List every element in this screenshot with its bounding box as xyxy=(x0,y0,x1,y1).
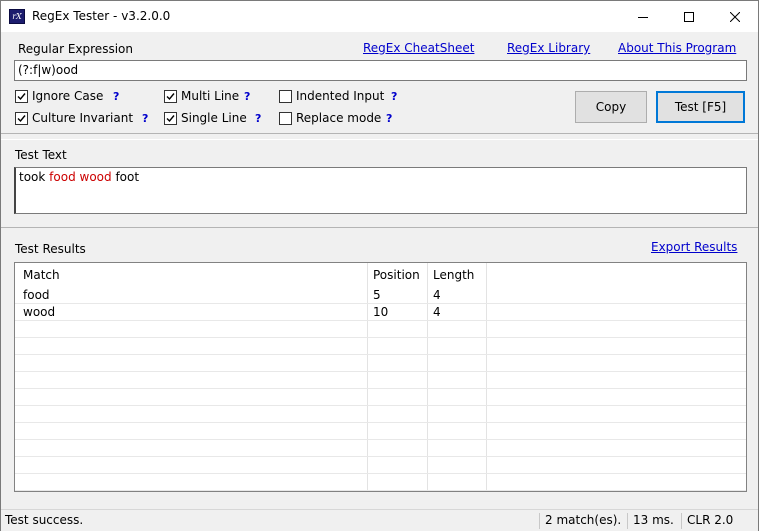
test-text-panel: Test Text took food wood foot xyxy=(1,139,758,228)
checkmark-icon xyxy=(166,92,175,100)
empty-row xyxy=(15,440,746,457)
empty-row xyxy=(15,406,746,423)
about-link[interactable]: About This Program xyxy=(618,41,736,55)
multi-line-option[interactable]: Multi Line xyxy=(164,88,239,104)
results-label: Test Results xyxy=(15,242,86,256)
multi-line-checkbox[interactable] xyxy=(164,89,177,103)
empty-row xyxy=(15,457,746,474)
length-cell: 4 xyxy=(433,305,441,319)
status-bar: Test success. 2 match(es). 13 ms. CLR 2.… xyxy=(1,509,758,531)
indented-input-checkbox[interactable] xyxy=(279,89,292,103)
empty-row xyxy=(15,423,746,440)
regex-panel: Regular Expression RegEx CheatSheet RegE… xyxy=(1,32,758,134)
results-grid[interactable]: Match Position Length food 5 4 wood 10 4 xyxy=(14,262,747,492)
match-cell: food xyxy=(23,288,50,302)
single-line-option[interactable]: Single Line xyxy=(164,110,247,126)
empty-row xyxy=(15,355,746,372)
empty-row xyxy=(15,372,746,389)
culture-invariant-help[interactable]: ? xyxy=(142,112,148,125)
culture-invariant-checkbox[interactable] xyxy=(15,111,28,125)
table-row[interactable]: food 5 4 xyxy=(15,287,746,304)
app-logo-icon: rX xyxy=(9,9,25,24)
empty-row xyxy=(15,338,746,355)
text-segment: took xyxy=(19,170,50,184)
culture-invariant-label: Culture Invariant xyxy=(32,111,134,125)
match-count: 2 match(es). xyxy=(545,513,622,527)
position-cell: 5 xyxy=(373,288,381,302)
replace-mode-option[interactable]: Replace mode xyxy=(279,110,381,126)
export-results-link[interactable]: Export Results xyxy=(651,240,737,254)
regex-label: Regular Expression xyxy=(18,42,133,56)
test-text-label: Test Text xyxy=(15,148,67,162)
single-line-checkbox[interactable] xyxy=(164,111,177,125)
ignore-case-option[interactable]: Ignore Case xyxy=(15,88,103,104)
minimize-button[interactable] xyxy=(620,1,666,32)
empty-row xyxy=(15,321,746,338)
regex-input[interactable]: (?:f|w)ood xyxy=(14,60,747,81)
ignore-case-help[interactable]: ? xyxy=(113,90,119,103)
match-highlight: wood xyxy=(79,170,112,184)
app-window: rX RegEx Tester - v3.2.0.0 Regular Expre… xyxy=(0,0,759,531)
maximize-button[interactable] xyxy=(666,1,712,32)
cheatsheet-link[interactable]: RegEx CheatSheet xyxy=(363,41,474,55)
length-cell: 4 xyxy=(433,288,441,302)
multi-line-help[interactable]: ? xyxy=(244,90,250,103)
text-segment: foot xyxy=(111,170,140,184)
grid-header: Match Position Length xyxy=(15,263,746,287)
indented-input-label: Indented Input xyxy=(296,89,385,103)
column-header-length[interactable]: Length xyxy=(427,263,474,287)
status-separator xyxy=(539,513,540,529)
culture-invariant-option[interactable]: Culture Invariant xyxy=(15,110,133,126)
column-header-match[interactable]: Match xyxy=(17,263,60,287)
status-separator xyxy=(681,513,682,529)
single-line-help[interactable]: ? xyxy=(255,112,261,125)
table-row[interactable]: wood 10 4 xyxy=(15,304,746,321)
checkmark-icon xyxy=(17,114,26,122)
elapsed-time: 13 ms. xyxy=(633,513,674,527)
clr-version: CLR 2.0 xyxy=(687,513,734,527)
library-link[interactable]: RegEx Library xyxy=(507,41,590,55)
window-title: RegEx Tester - v3.2.0.0 xyxy=(32,9,171,23)
match-cell: wood xyxy=(23,305,56,319)
indented-input-help[interactable]: ? xyxy=(391,90,397,103)
results-panel: Test Results Export Results Match Positi… xyxy=(1,233,758,507)
status-separator xyxy=(627,513,628,529)
close-button[interactable] xyxy=(712,1,758,32)
empty-row xyxy=(15,389,746,406)
checkmark-icon xyxy=(17,92,26,100)
copy-button[interactable]: Copy xyxy=(575,91,647,123)
status-message: Test success. xyxy=(5,513,84,527)
close-icon xyxy=(730,11,740,22)
column-header-position[interactable]: Position xyxy=(367,263,420,287)
replace-mode-checkbox[interactable] xyxy=(279,111,292,125)
title-bar[interactable]: rX RegEx Tester - v3.2.0.0 xyxy=(1,1,758,32)
maximize-icon xyxy=(684,11,694,22)
test-text-area[interactable]: took food wood foot xyxy=(14,167,747,214)
match-highlight: food xyxy=(49,170,76,184)
replace-mode-help[interactable]: ? xyxy=(386,112,392,125)
minimize-icon xyxy=(638,16,648,18)
indented-input-option[interactable]: Indented Input xyxy=(279,88,384,104)
ignore-case-checkbox[interactable] xyxy=(15,89,28,103)
replace-mode-label: Replace mode xyxy=(296,111,382,125)
single-line-label: Single Line xyxy=(181,111,247,125)
position-cell: 10 xyxy=(373,305,389,319)
test-button[interactable]: Test [F5] xyxy=(656,91,745,123)
empty-row xyxy=(15,474,746,491)
ignore-case-label: Ignore Case xyxy=(32,89,104,103)
multi-line-label: Multi Line xyxy=(181,89,240,103)
checkmark-icon xyxy=(166,114,175,122)
